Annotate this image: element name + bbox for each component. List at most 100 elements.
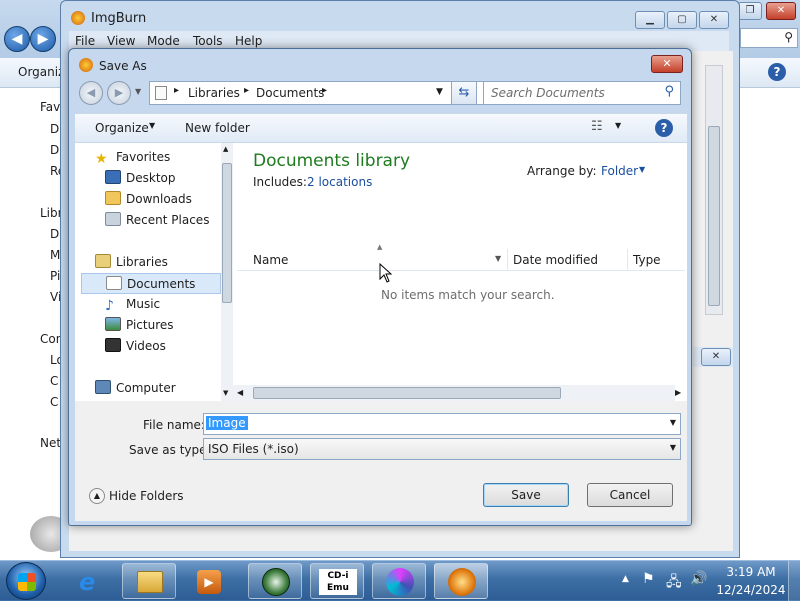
column-headers: Name ▲ ▼ Date modified Type (237, 243, 685, 271)
organize-button[interactable]: Organize (95, 121, 149, 135)
bg-nav-item[interactable]: D (50, 122, 59, 136)
includes-locations-link[interactable]: 2 locations (307, 175, 372, 189)
save-button[interactable]: Save (483, 483, 569, 507)
close-icon[interactable]: ✕ (701, 348, 731, 366)
scroll-thumb[interactable] (222, 163, 232, 303)
taskbar-app-globe[interactable] (248, 563, 302, 599)
save-as-type-label: Save as type: (129, 443, 211, 457)
taskbar-app-disc[interactable] (372, 563, 426, 599)
forward-icon[interactable]: ▶ (107, 81, 131, 105)
taskbar-imgburn[interactable] (434, 563, 488, 599)
nav-libraries-label: Libraries (116, 255, 168, 269)
background-search-input[interactable]: ⚲ (740, 28, 798, 48)
chevron-down-icon[interactable]: ▼ (670, 443, 676, 452)
close-icon[interactable]: ✕ (766, 2, 796, 20)
downloads-folder-icon (105, 191, 121, 205)
bg-nav-item[interactable]: Pi (50, 269, 60, 283)
new-folder-button[interactable]: New folder (185, 121, 250, 135)
menu-view[interactable]: View (107, 34, 135, 48)
volume-icon[interactable]: 🔊 (690, 571, 707, 587)
bg-nav-item[interactable]: D (50, 143, 59, 157)
arrange-by-dropdown[interactable]: Folder (601, 164, 638, 178)
search-icon[interactable]: ⚲ (664, 84, 674, 99)
nav-desktop-label: Desktop (126, 171, 176, 185)
maximize-icon[interactable]: ▢ (667, 11, 697, 29)
action-center-flag-icon[interactable]: ⚑ (642, 571, 655, 587)
taskbar-ie[interactable]: e (64, 563, 118, 599)
search-input[interactable]: Search Documents ⚲ (483, 81, 681, 105)
menu-mode[interactable]: Mode (147, 34, 180, 48)
file-name-input[interactable]: Image ▼ (203, 413, 681, 435)
start-button[interactable] (6, 562, 46, 600)
taskbar-media-player[interactable]: ▶ (182, 563, 236, 599)
breadcrumb-documents[interactable]: Documents (256, 86, 324, 100)
computer-icon (95, 380, 111, 394)
save-as-type-value: ISO Files (*.iso) (208, 442, 299, 456)
breadcrumb-separator-icon[interactable]: ▸ (322, 85, 327, 96)
minimize-icon[interactable]: ▁ (635, 11, 665, 29)
breadcrumb-separator-icon[interactable]: ▸ (244, 85, 249, 96)
scroll-right-icon[interactable]: ▶ (675, 388, 681, 397)
imgburn-scrollbar[interactable] (705, 65, 723, 315)
clock-time[interactable]: 3:19 AM (724, 565, 778, 579)
chevron-down-icon[interactable]: ▼ (615, 121, 621, 130)
imgburn-app-icon (71, 11, 85, 25)
restore-icon[interactable]: ❐ (738, 2, 762, 20)
nav-documents[interactable]: Documents (81, 273, 221, 294)
scroll-up-icon[interactable]: ▲ (223, 145, 228, 153)
refresh-icon[interactable]: ⇆ (451, 81, 477, 105)
bg-nav-item[interactable]: Net (40, 436, 61, 450)
nav-scrollbar[interactable]: ▲ ▼ (221, 143, 233, 401)
star-icon: ★ (95, 151, 108, 167)
scroll-down-icon[interactable]: ▼ (223, 389, 228, 397)
bg-nav-item[interactable]: D (50, 227, 59, 241)
horizontal-scrollbar[interactable]: ◀ ▶ (233, 385, 681, 401)
scroll-thumb[interactable] (708, 126, 720, 306)
scroll-thumb[interactable] (253, 387, 561, 399)
pictures-icon (105, 317, 121, 331)
back-icon[interactable]: ◀ (79, 81, 103, 105)
chevron-down-icon[interactable]: ▼ (670, 418, 676, 427)
show-desktop-button[interactable] (788, 561, 800, 601)
address-dropdown-icon[interactable]: ▼ (436, 87, 443, 97)
nav-documents-label: Documents (127, 277, 196, 291)
column-type[interactable]: Type (633, 253, 661, 267)
help-icon[interactable]: ? (768, 63, 786, 81)
globe-icon (262, 568, 290, 596)
view-options-icon[interactable]: ☷ (591, 119, 603, 134)
desktop-icon (105, 170, 121, 184)
clock-date[interactable]: 12/24/2024 (716, 583, 786, 597)
bg-nav-item[interactable]: C (50, 395, 58, 409)
menu-file[interactable]: File (75, 34, 95, 48)
scroll-left-icon[interactable]: ◀ (237, 388, 243, 397)
menu-help[interactable]: Help (235, 34, 262, 48)
sort-ascending-icon: ▲ (377, 243, 383, 251)
disc-icon (386, 568, 414, 596)
menu-tools[interactable]: Tools (193, 34, 223, 48)
show-hidden-icons-icon[interactable]: ▲ (622, 574, 629, 584)
chevron-down-icon[interactable]: ▼ (639, 165, 645, 174)
breadcrumb-libraries[interactable]: Libraries (188, 86, 240, 100)
save-as-type-select[interactable]: ISO Files (*.iso) ▼ (203, 438, 681, 460)
help-icon[interactable]: ? (655, 119, 673, 137)
taskbar-cdemu[interactable]: CD-i Emu (310, 563, 364, 599)
column-name[interactable]: Name (253, 253, 288, 267)
close-icon[interactable]: ✕ (651, 55, 683, 73)
forward-icon[interactable]: ▶ (30, 26, 56, 52)
taskbar-explorer[interactable] (122, 563, 176, 599)
recent-dropdown-icon[interactable]: ▼ (135, 87, 141, 96)
nav-pictures-label: Pictures (126, 318, 174, 332)
nav-computer-label: Computer (116, 381, 176, 395)
bg-nav-item[interactable]: C (50, 374, 58, 388)
cancel-button[interactable]: Cancel (587, 483, 673, 507)
back-icon[interactable]: ◀ (4, 26, 30, 52)
network-icon[interactable]: 🖧 (666, 571, 682, 595)
save-as-dialog: Save As ✕ ◀ ▶ ▼ ▸ Libraries ▸ Documents … (68, 48, 692, 526)
background-organize[interactable]: Organiz (18, 65, 64, 79)
chevron-down-icon[interactable]: ▼ (495, 254, 501, 263)
bg-nav-item[interactable]: M (50, 248, 60, 262)
column-date-modified[interactable]: Date modified (513, 253, 598, 267)
chevron-down-icon[interactable]: ▼ (149, 121, 155, 130)
breadcrumb-separator-icon[interactable]: ▸ (174, 85, 179, 96)
close-icon[interactable]: ✕ (699, 11, 729, 29)
